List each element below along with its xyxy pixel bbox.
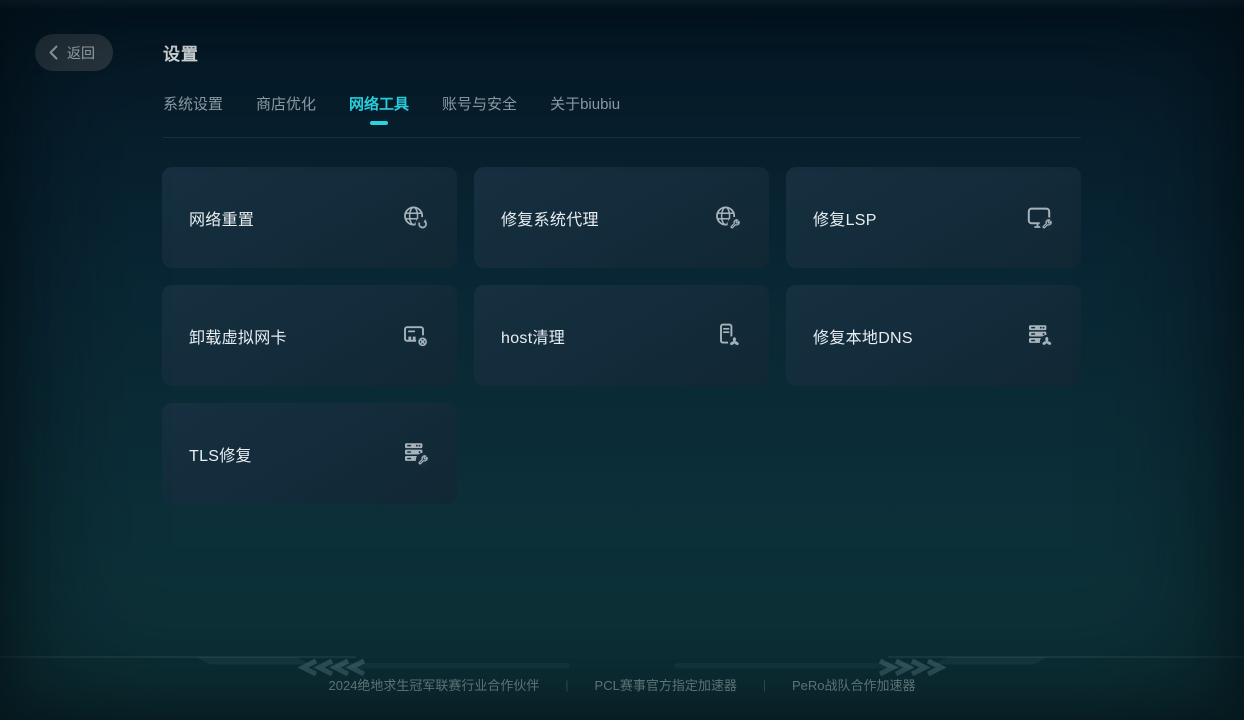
partner-separator: | <box>763 678 766 692</box>
tool-card-fix-local-dns[interactable]: 修复本地DNS <box>786 285 1081 386</box>
tab-label: 关于biubiu <box>550 93 620 114</box>
tool-card-label: TLS修复 <box>189 442 252 466</box>
server-wrench-icon <box>402 440 430 468</box>
tool-card-tls-repair[interactable]: TLS修复 <box>162 403 457 504</box>
active-tab-underline <box>370 121 388 125</box>
chevron-left-icon <box>48 45 59 60</box>
tab-label: 商店优化 <box>256 93 316 114</box>
network-tools-grid: 网络重置 修复系统代理 修复LSP 卸载虚拟网卡 host清理 修复本地DNS TLS修复 <box>162 167 1081 504</box>
server-clean-icon <box>1026 322 1054 350</box>
tool-card-fix-system-proxy[interactable]: 修复系统代理 <box>474 167 769 268</box>
tower-clean-icon <box>714 322 742 350</box>
tool-card-label: 卸载虚拟网卡 <box>189 324 287 348</box>
settings-window: 返回 设置 系统设置 商店优化 网络工具 账号与安全 关于biubiu 网络重置 修复系统… <box>0 0 1244 720</box>
tool-card-uninstall-virtual-nic[interactable]: 卸载虚拟网卡 <box>162 285 457 386</box>
tool-card-network-reset[interactable]: 网络重置 <box>162 167 457 268</box>
left-chevrons-icon <box>303 661 364 674</box>
right-chevrons-icon <box>880 661 941 674</box>
tool-card-fix-lsp[interactable]: 修复LSP <box>786 167 1081 268</box>
tab-about-biubiu[interactable]: 关于biubiu <box>550 93 620 125</box>
monitor-wrench-icon <box>1026 204 1054 232</box>
tab-label: 系统设置 <box>163 93 223 114</box>
globe-refresh-icon <box>402 204 430 232</box>
tab-account-security[interactable]: 账号与安全 <box>442 93 517 125</box>
tool-card-label: 网络重置 <box>189 206 254 230</box>
back-button-label: 返回 <box>67 43 95 63</box>
tab-store-optimization[interactable]: 商店优化 <box>256 93 316 125</box>
tool-card-host-clean[interactable]: host清理 <box>474 285 769 386</box>
tabs: 系统设置 商店优化 网络工具 账号与安全 关于biubiu <box>163 93 620 125</box>
tab-system-settings[interactable]: 系统设置 <box>163 93 223 125</box>
tool-card-label: 修复系统代理 <box>501 206 599 230</box>
tab-label: 账号与安全 <box>442 93 517 114</box>
back-button[interactable]: 返回 <box>35 34 113 71</box>
tool-card-label: 修复LSP <box>813 206 877 230</box>
tab-label: 网络工具 <box>349 93 409 114</box>
page-title: 设置 <box>163 40 199 65</box>
partner-text: PCL赛事官方指定加速器 <box>595 675 737 694</box>
tool-card-label: host清理 <box>501 324 565 348</box>
footer-partners: 2024绝地求生冠军联赛行业合作伙伴 | PCL赛事官方指定加速器 | PeRo战队合作… <box>0 675 1244 694</box>
tabs-divider <box>163 137 1081 138</box>
top-edge-glow <box>0 0 1244 10</box>
globe-wrench-icon <box>714 204 742 232</box>
nic-remove-icon <box>402 322 430 350</box>
tab-network-tools[interactable]: 网络工具 <box>349 93 409 125</box>
partner-text: 2024绝地求生冠军联赛行业合作伙伴 <box>329 675 540 694</box>
partner-text: PeRo战队合作加速器 <box>792 675 916 694</box>
tool-card-label: 修复本地DNS <box>813 324 913 348</box>
partner-separator: | <box>565 678 568 692</box>
